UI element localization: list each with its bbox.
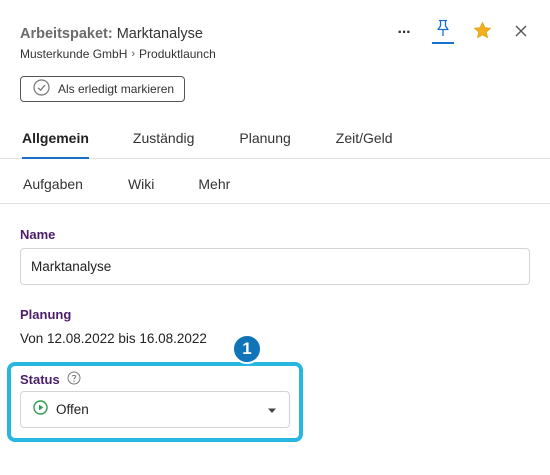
header: Arbeitspaket: Marktanalyse Musterkunde G…: [20, 0, 550, 110]
status-label: Status: [20, 372, 60, 387]
planung-label: Planung: [20, 307, 72, 322]
tab-aufgaben[interactable]: Aufgaben: [23, 159, 83, 203]
caret-down-icon: [267, 401, 277, 419]
mark-done-label: Als erledigt markieren: [58, 82, 175, 96]
name-input[interactable]: [20, 248, 530, 285]
planung-value: Von 12.08.2022 bis 16.08.2022: [20, 331, 207, 346]
status-label-row: Status: [20, 371, 81, 388]
name-label: Name: [20, 227, 56, 242]
star-icon: [473, 21, 492, 45]
breadcrumb: Musterkunde GmbH › Produktlaunch: [20, 47, 216, 61]
header-actions: ···: [393, 19, 532, 44]
pin-icon: [435, 19, 451, 42]
status-value: Offen: [56, 402, 89, 417]
status-select[interactable]: Offen: [20, 391, 290, 428]
close-button[interactable]: [510, 22, 532, 44]
play-circle-icon: [33, 399, 48, 420]
tab-allgemein[interactable]: Allgemein: [22, 120, 89, 159]
help-icon[interactable]: [67, 371, 81, 388]
breadcrumb-project[interactable]: Produktlaunch: [139, 47, 216, 61]
tab-mehr[interactable]: Mehr: [198, 159, 230, 203]
breadcrumb-separator: ›: [131, 48, 136, 60]
title-text: Marktanalyse: [116, 26, 203, 42]
tab-zeit-geld[interactable]: Zeit/Geld: [336, 120, 393, 158]
favorite-button[interactable]: [471, 22, 493, 44]
more-icon: ···: [397, 24, 412, 41]
tab-zustaendig[interactable]: Zuständig: [133, 120, 194, 158]
check-circle-icon: [33, 79, 50, 99]
title-prefix: Arbeitspaket:: [20, 26, 113, 42]
mark-done-button[interactable]: Als erledigt markieren: [20, 76, 186, 102]
tab-planung[interactable]: Planung: [239, 120, 290, 158]
tab-bar-primary: Allgemein Zuständig Planung Zeit/Geld: [0, 120, 550, 159]
close-icon: [515, 24, 527, 42]
more-button[interactable]: ···: [393, 22, 415, 44]
page-title: Arbeitspaket: Marktanalyse: [20, 26, 203, 42]
tab-bar-secondary: Aufgaben Wiki Mehr: [0, 159, 550, 204]
callout-badge: 1: [232, 334, 262, 364]
breadcrumb-customer[interactable]: Musterkunde GmbH: [20, 47, 127, 61]
tab-wiki[interactable]: Wiki: [128, 159, 154, 203]
pin-button[interactable]: [432, 19, 454, 44]
